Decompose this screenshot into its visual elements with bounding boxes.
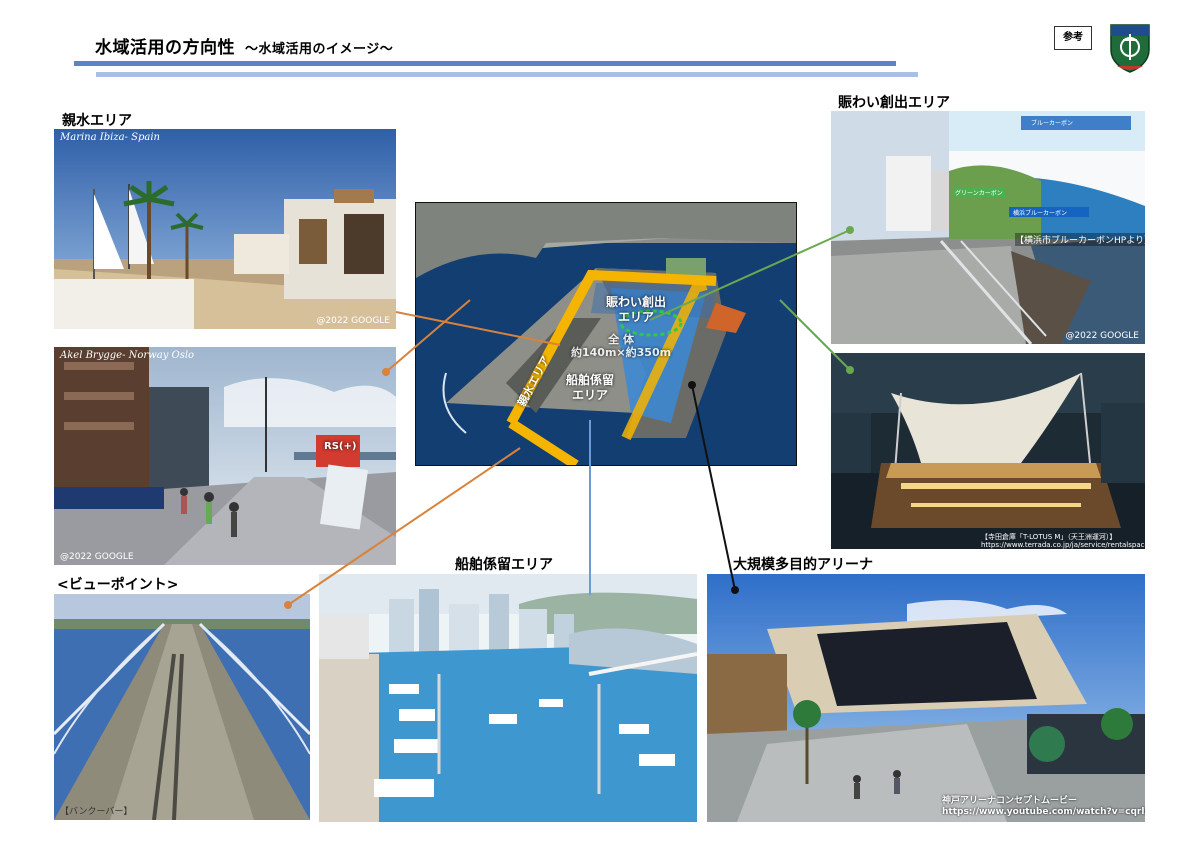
header-rule-light xyxy=(96,72,918,77)
caption-oslo-credit: @2022 GOOGLE xyxy=(60,552,134,562)
label-viewpoint: <ビューポイント> xyxy=(57,577,179,593)
oslo-sign-text: RS(+) xyxy=(324,441,357,452)
aerial-senpaku-line2: エリア xyxy=(572,388,609,402)
aerial-total-label: 全 体 約140m×約350m xyxy=(571,333,671,359)
reference-badge: 参考 xyxy=(1054,26,1092,50)
caption-tlotus: 【寺田倉庫「T-LOTUS M」（天王洲運河）】 https://www.ter… xyxy=(981,533,1145,549)
rendering-kobe-arena: 神戸アリーナコンセプトムービー https://www.youtube.com/… xyxy=(707,574,1145,822)
photo-yokohama-blue-carbon: グリーンカーボン 横浜ブルーカーボン ブルーカーボン 【横浜市ブルーカーボンHP… xyxy=(831,111,1145,344)
caption-tlotus-url: https://www.terrada.co.jp/ja/service/ren… xyxy=(981,541,1145,549)
caption-tlotus-title: 【寺田倉庫「T-LOTUS M」（天王洲運河）】 xyxy=(981,533,1117,541)
caption-yokohama-source: 【横浜市ブルーカーボンHPより】 xyxy=(1015,233,1145,246)
caption-yokohama-credit: @2022 GOOGLE xyxy=(1065,331,1139,341)
aerial-total-heading: 全 体 xyxy=(608,333,634,346)
label-shinsui-area: 親水エリア xyxy=(62,113,132,129)
title-subtitle: 〜水域活用のイメージ〜 xyxy=(245,42,394,57)
header-rule-dark xyxy=(74,61,896,66)
aerial-senpaku-label: 船舶係留 エリア xyxy=(566,373,614,403)
caption-vancouver: 【バンクーバー】 xyxy=(60,807,133,817)
photo-vancouver-viewpoint: 【バンクーバー】 xyxy=(54,594,310,820)
label-nigiwai-area: 賑わい創出エリア xyxy=(838,95,950,111)
rendering-marina-berth xyxy=(319,574,697,822)
caption-arena-title: 神戸アリーナコンセプトムービー xyxy=(942,796,1078,806)
caption-arena-url: https://www.youtube.com/watch?v=cqrlAmmY… xyxy=(942,807,1145,817)
title-main: 水域活用の方向性 xyxy=(95,38,235,58)
photo-marina-ibiza: Marina Ibiza- Spain @2022 GOOGLE xyxy=(54,129,396,329)
aerial-nigiwai-line2: エリア xyxy=(618,310,655,324)
aerial-site-photo: 賑わい創出 エリア 全 体 約140m×約350m 船舶係留 エリア 親水エリア xyxy=(415,202,797,466)
diagram-green-carbon: グリーンカーボン xyxy=(955,190,1003,197)
caption-ibiza-credit: @2022 GOOGLE xyxy=(316,316,390,326)
caption-oslo-place: Akel Brygge- Norway Oslo xyxy=(60,350,195,361)
label-senpaku-area: 船舶係留エリア xyxy=(455,557,553,573)
aerial-nigiwai-label: 賑わい創出 エリア xyxy=(606,295,666,325)
caption-arena: 神戸アリーナコンセプトムービー https://www.youtube.com/… xyxy=(942,796,1145,818)
photo-t-lotus-m: 【寺田倉庫「T-LOTUS M」（天王洲運河）】 https://www.ter… xyxy=(831,353,1145,549)
caption-ibiza-place: Marina Ibiza- Spain xyxy=(60,132,160,143)
page-title: 水域活用の方向性 〜水域活用のイメージ〜 xyxy=(95,33,393,58)
aerial-total-size: 約140m×約350m xyxy=(571,346,672,359)
aerial-nigiwai-line1: 賑わい創出 xyxy=(606,295,667,309)
diagram-yokohama-blue-carbon: 横浜ブルーカーボン xyxy=(1013,210,1068,217)
port-crest-logo xyxy=(1108,22,1152,74)
diagram-blue-carbon: ブルーカーボン xyxy=(1031,120,1074,127)
label-arena: 大規模多目的アリーナ xyxy=(733,557,873,573)
photo-aker-brygge-oslo: Akel Brygge- Norway Oslo RS(+) @2022 GOO… xyxy=(54,347,396,565)
aerial-senpaku-line1: 船舶係留 xyxy=(566,373,615,387)
